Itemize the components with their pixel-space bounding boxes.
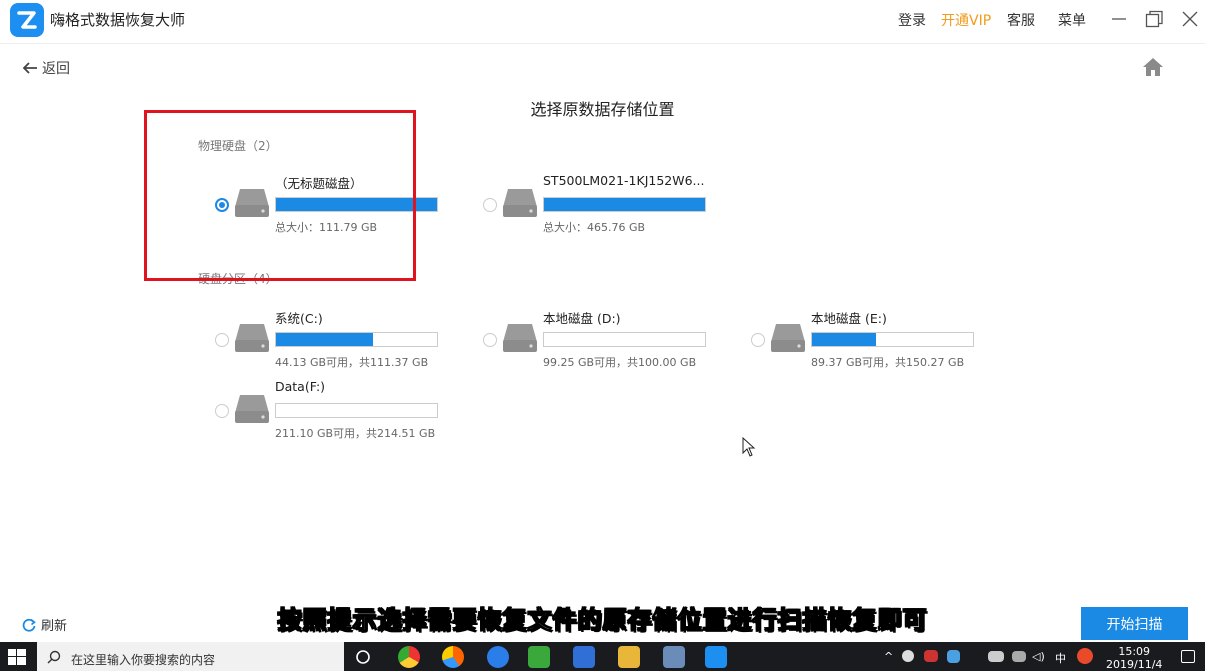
partition-item[interactable]: 系统(C:) 44.13 GB可用，共111.37 GB	[215, 308, 455, 378]
taskbar-clock[interactable]: 15:09 2019/11/4	[1106, 645, 1162, 671]
disk-name: ST500LM021-1KJ152W6...	[543, 173, 705, 188]
back-label: 返回	[42, 61, 70, 77]
search-icon	[47, 650, 61, 664]
browser-icon[interactable]	[442, 646, 464, 668]
subtitle-caption: 按照提示选择需要恢复文件的原存储位置进行扫描恢复即可	[277, 606, 928, 635]
vip-link[interactable]: 开通VIP	[941, 10, 991, 30]
partition-radio[interactable]	[215, 404, 229, 418]
partition-usage-bar	[275, 403, 438, 418]
disk-size: 总大小：465.76 GB	[543, 221, 646, 234]
partition-usage-bar	[543, 332, 706, 347]
title-bar: 嗨格式数据恢复大师 登录 开通VIP 客服 菜单	[0, 0, 1205, 44]
partition-space: 99.25 GB可用，共100.00 GB	[543, 356, 697, 369]
volume-icon[interactable]: ◁)	[1032, 650, 1045, 663]
taskbar-search[interactable]: 在这里输入你要搜索的内容	[37, 642, 344, 671]
file-explorer-icon[interactable]	[618, 646, 640, 668]
taskbar-search-placeholder: 在这里输入你要搜索的内容	[71, 653, 216, 667]
hard-drive-icon	[235, 395, 269, 423]
minimize-icon	[1112, 18, 1126, 20]
service-link[interactable]: 客服	[1007, 10, 1035, 30]
taskbar: 在这里输入你要搜索的内容 ^ ◁) 中 15:09 2019/11/4	[0, 642, 1205, 671]
restore-icon	[1145, 10, 1163, 28]
close-button[interactable]	[1179, 8, 1201, 30]
partition-usage-bar	[811, 332, 974, 347]
record-icon[interactable]	[924, 650, 938, 662]
menu-link[interactable]: 菜单	[1058, 10, 1086, 30]
login-link[interactable]: 登录	[898, 10, 926, 30]
disk-usage-fill	[544, 198, 705, 211]
data-recovery-app-icon[interactable]	[705, 646, 727, 668]
partition-radio[interactable]	[751, 333, 765, 347]
partition-name: 本地磁盘 (D:)	[543, 311, 621, 326]
wechat-icon[interactable]	[528, 646, 550, 668]
battery-icon[interactable]	[988, 651, 1004, 662]
partition-space: 44.13 GB可用，共111.37 GB	[275, 356, 429, 369]
app-logo-icon	[10, 3, 44, 37]
app-window: 嗨格式数据恢复大师 登录 开通VIP 客服 菜单 返回 选择原数据存储位置 物理…	[0, 0, 1205, 642]
partition-usage-fill	[276, 333, 373, 346]
partition-radio[interactable]	[483, 333, 497, 347]
partition-radio[interactable]	[215, 333, 229, 347]
partition-space: 89.37 GB可用，共150.27 GB	[811, 356, 965, 369]
hard-drive-icon	[503, 324, 537, 352]
hard-drive-icon	[503, 189, 537, 217]
security-icon[interactable]	[947, 650, 960, 663]
clock-date: 2019/11/4	[1106, 658, 1163, 671]
home-button[interactable]	[1142, 57, 1164, 77]
edge-icon[interactable]	[487, 646, 509, 668]
notifications-icon[interactable]	[1181, 650, 1195, 663]
partition-item[interactable]: 本地磁盘 (E:) 89.37 GB可用，共150.27 GB	[751, 308, 991, 378]
hard-drive-icon	[235, 324, 269, 352]
disk-item[interactable]: ST500LM021-1KJ152W6... 总大小：465.76 GB	[483, 173, 723, 243]
partition-name: Data(F:)	[275, 379, 326, 394]
highlight-box	[144, 110, 416, 281]
maximize-button[interactable]	[1143, 8, 1165, 30]
task-view-icon[interactable]	[352, 646, 374, 668]
close-icon	[1182, 11, 1198, 27]
hard-drive-icon	[771, 324, 805, 352]
chrome-icon[interactable]	[398, 646, 420, 668]
notepad-icon[interactable]	[663, 646, 685, 668]
network-icon[interactable]	[1012, 651, 1026, 662]
partition-item[interactable]: 本地磁盘 (D:) 99.25 GB可用，共100.00 GB	[483, 308, 723, 378]
arrow-left-icon	[22, 62, 37, 74]
partition-space: 211.10 GB可用，共214.51 GB	[275, 427, 436, 440]
partition-usage-bar	[275, 332, 438, 347]
sogou-input-icon[interactable]	[1077, 648, 1093, 664]
back-button[interactable]: 返回	[22, 58, 70, 78]
home-icon	[1143, 58, 1163, 76]
windows-start-icon[interactable]	[8, 649, 26, 665]
disk-radio[interactable]	[483, 198, 497, 212]
minimize-button[interactable]	[1108, 8, 1130, 30]
partition-name: 本地磁盘 (E:)	[811, 311, 887, 326]
partition-name: 系统(C:)	[275, 311, 323, 326]
app-title: 嗨格式数据恢复大师	[50, 11, 186, 29]
microphone-icon[interactable]	[902, 650, 914, 662]
tray-arrow-icon[interactable]: ^	[884, 650, 893, 663]
clock-time: 15:09	[1118, 645, 1151, 658]
partition-usage-fill	[812, 333, 877, 346]
wps-icon[interactable]	[573, 646, 595, 668]
mouse-cursor-icon	[742, 437, 756, 457]
ime-indicator[interactable]: 中	[1055, 650, 1066, 666]
disk-usage-bar	[543, 197, 706, 212]
partition-item[interactable]: Data(F:) 211.10 GB可用，共214.51 GB	[215, 379, 455, 449]
